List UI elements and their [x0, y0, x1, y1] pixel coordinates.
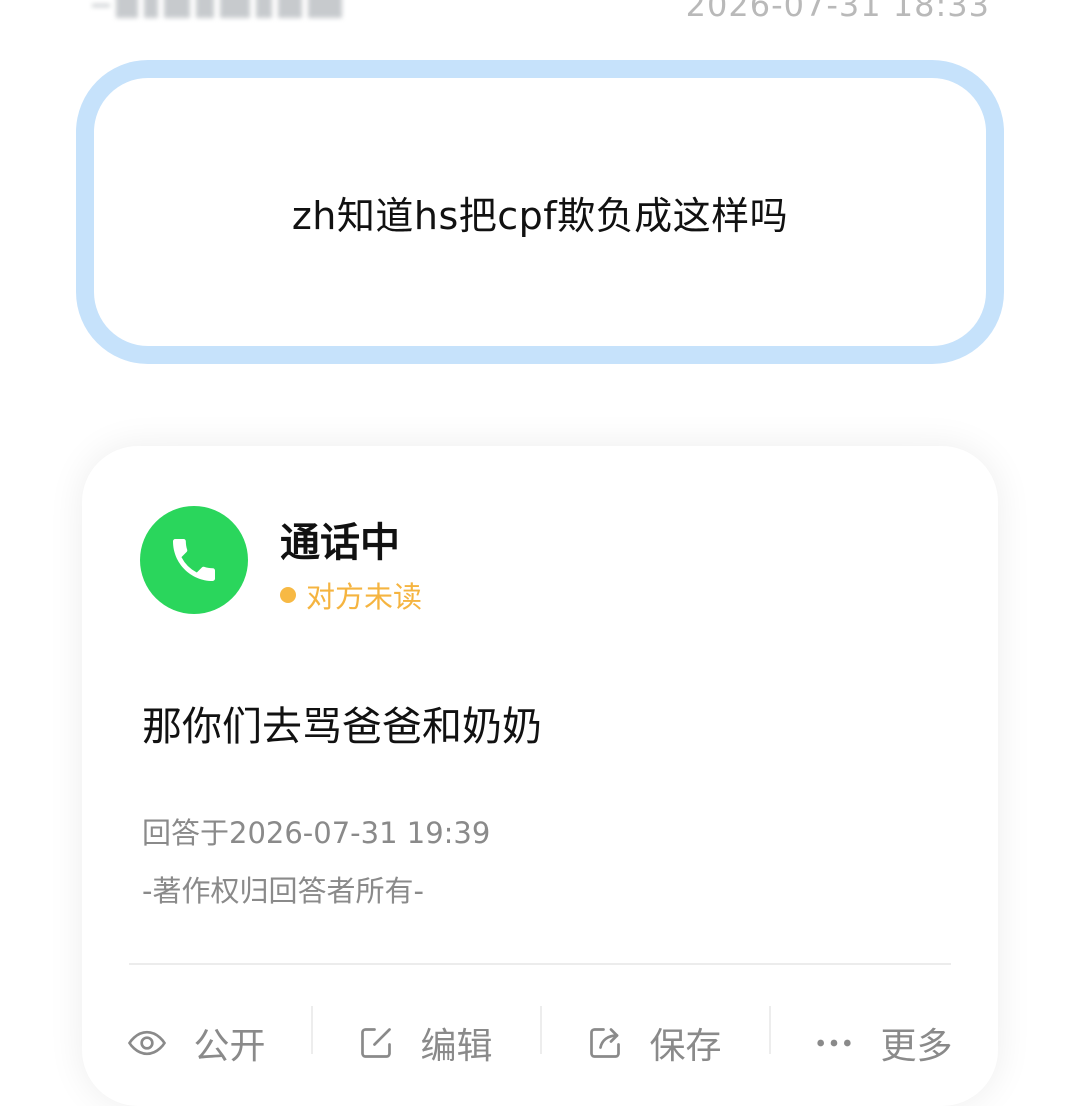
save-button-label: 保存 [649, 1026, 722, 1067]
answer-text: 那你们去骂爸爸和奶奶 [142, 704, 542, 750]
copyright-note: -著作权归回答者所有- [142, 874, 424, 908]
previous-timestamp: 2026-07-31 18:33 [685, 0, 990, 24]
call-status-title: 通话中 [280, 520, 400, 566]
share-icon [590, 1028, 621, 1058]
more-icon [817, 1039, 852, 1047]
question-text: zh知道hs把cpf欺负成这样吗 [291, 193, 789, 238]
eye-icon [128, 1030, 167, 1056]
more-button[interactable]: 更多 [769, 1006, 998, 1067]
public-button-label: 公开 [193, 1026, 266, 1067]
unread-dot-icon [280, 587, 296, 603]
blurred-username [92, 0, 358, 22]
answer-card: 通话中 对方未读 那你们去骂爸爸和奶奶 回答于2026-07-31 19:39 … [82, 446, 998, 1106]
divider [129, 963, 951, 965]
phone-icon [140, 506, 248, 614]
read-status-label: 对方未读 [306, 580, 423, 614]
public-button[interactable]: 公开 [82, 1006, 311, 1067]
read-status: 对方未读 [280, 574, 422, 616]
edit-button-label: 编辑 [420, 1026, 493, 1067]
edit-button[interactable]: 编辑 [311, 1006, 540, 1067]
question-card-inner: zh知道hs把cpf欺负成这样吗 [94, 78, 986, 346]
question-card[interactable]: zh知道hs把cpf欺负成这样吗 [76, 60, 1004, 364]
more-button-label: 更多 [880, 1026, 953, 1067]
edit-icon [361, 1028, 392, 1058]
previous-item-strip: 2026-07-31 18:33 [0, 0, 1080, 30]
action-bar: 公开 编辑 保存 更多 [82, 1006, 998, 1067]
save-button[interactable]: 保存 [540, 1006, 769, 1067]
answered-at: 回答于2026-07-31 19:39 [142, 816, 491, 850]
